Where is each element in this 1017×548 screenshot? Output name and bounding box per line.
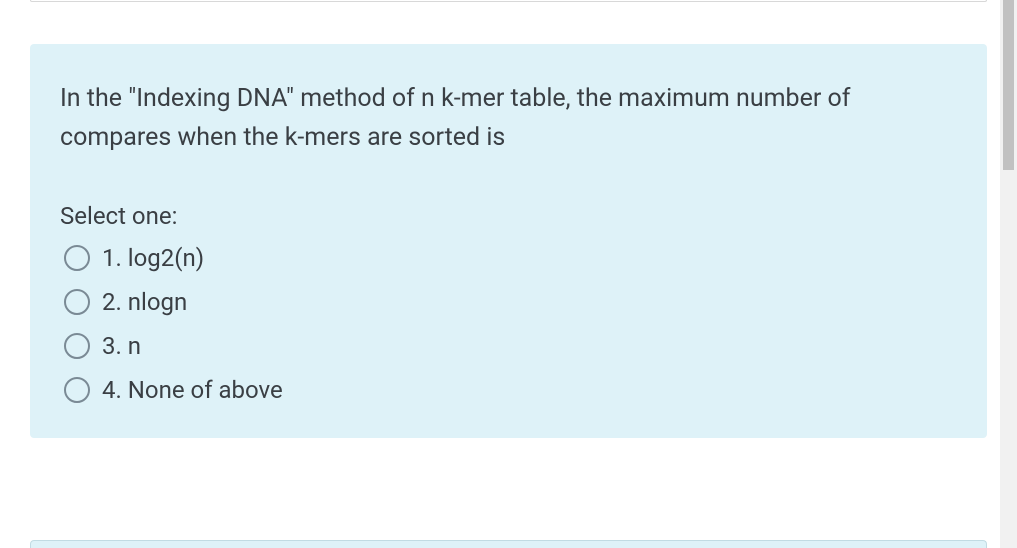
scrollbar-track[interactable] bbox=[1000, 0, 1017, 548]
options-list: 1. log2(n) 2. nlogn 3. n 4. None of abov… bbox=[60, 244, 957, 404]
option-1[interactable]: 1. log2(n) bbox=[64, 244, 957, 272]
radio-icon[interactable] bbox=[64, 377, 90, 403]
option-label: 3. n bbox=[102, 332, 141, 360]
radio-icon[interactable] bbox=[64, 245, 90, 271]
scrollbar-thumb[interactable] bbox=[1003, 0, 1014, 170]
select-one-label: Select one: bbox=[60, 202, 957, 230]
radio-icon[interactable] bbox=[64, 333, 90, 359]
next-card-top-edge bbox=[30, 540, 987, 548]
option-label: 1. log2(n) bbox=[102, 244, 204, 272]
option-label: 4. None of above bbox=[102, 376, 283, 404]
option-label: 2. nlogn bbox=[102, 288, 187, 316]
option-4[interactable]: 4. None of above bbox=[64, 376, 957, 404]
option-3[interactable]: 3. n bbox=[64, 332, 957, 360]
question-text: In the "Indexing DNA" method of n k-mer … bbox=[60, 80, 957, 158]
question-card: In the "Indexing DNA" method of n k-mer … bbox=[30, 44, 987, 438]
prev-card-bottom-edge bbox=[30, 0, 987, 2]
radio-icon[interactable] bbox=[64, 289, 90, 315]
option-2[interactable]: 2. nlogn bbox=[64, 288, 957, 316]
